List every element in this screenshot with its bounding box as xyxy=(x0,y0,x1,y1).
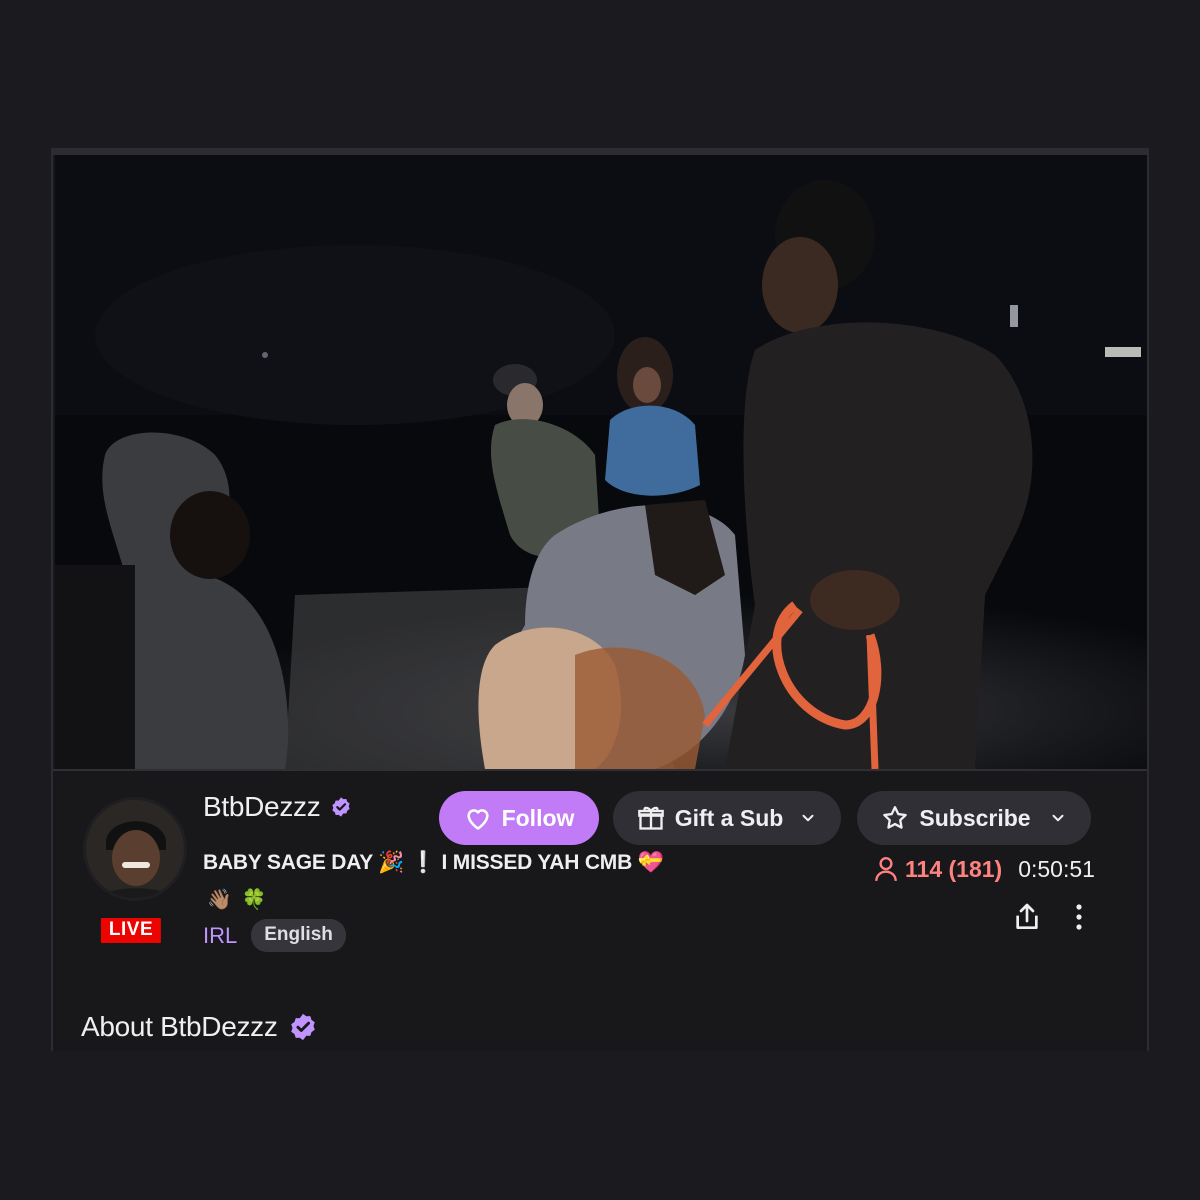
channel-name-row: BtbDezzz xyxy=(203,791,352,823)
verified-badge-icon xyxy=(290,1013,315,1041)
gift-sub-button[interactable]: Gift a Sub xyxy=(613,791,841,845)
chevron-down-icon xyxy=(802,814,814,822)
star-icon xyxy=(883,806,908,829)
video-player[interactable] xyxy=(55,155,1147,769)
category-link[interactable]: IRL xyxy=(203,923,237,949)
clover-emoji: 🍀 xyxy=(241,889,267,911)
person-icon xyxy=(875,857,897,881)
video-frame xyxy=(55,155,1147,769)
stream-page: LIVE BtbDezzz BABY SAGE DAY 🎉 ❕ I MISSED… xyxy=(51,148,1149,1051)
channel-avatar-wrapper[interactable]: LIVE xyxy=(81,797,191,946)
about-heading: About BtbDezzz xyxy=(81,1011,278,1042)
share-icon xyxy=(1016,903,1038,929)
subscribe-label: Subscribe xyxy=(919,804,1031,831)
channel-name[interactable]: BtbDezzz xyxy=(203,791,321,823)
subscribe-button[interactable]: Subscribe xyxy=(857,791,1091,845)
stream-uptime: 0:50:51 xyxy=(1018,855,1095,882)
follow-label: Follow xyxy=(501,804,575,831)
stream-info-panel: LIVE BtbDezzz BABY SAGE DAY 🎉 ❕ I MISSED… xyxy=(53,771,1147,1051)
gift-sub-label: Gift a Sub xyxy=(674,804,784,831)
viewer-count: 114 (181) xyxy=(873,855,1002,883)
gift-icon xyxy=(637,806,664,830)
stream-tags: IRL English xyxy=(203,919,346,952)
more-options-button[interactable] xyxy=(1067,901,1091,933)
avatar[interactable] xyxy=(83,797,187,901)
tag-english[interactable]: English xyxy=(251,919,346,952)
avatar-image xyxy=(86,800,184,898)
stream-title: BABY SAGE DAY 🎉 ❕ I MISSED YAH CMB 💝 xyxy=(203,851,664,874)
about-heading-row: About BtbDezzz xyxy=(81,1011,318,1043)
chevron-down-icon xyxy=(1052,814,1064,822)
share-button[interactable] xyxy=(1011,901,1043,933)
more-vertical-icon xyxy=(1076,904,1082,930)
follow-button[interactable]: Follow xyxy=(439,791,599,845)
verified-badge-icon xyxy=(332,797,351,817)
stream-stats: 114 (181) 0:50:51 xyxy=(873,855,1095,883)
live-badge: LIVE xyxy=(97,915,165,946)
viewer-count-value: 114 (181) xyxy=(905,855,1003,882)
heart-icon xyxy=(466,809,489,830)
wave-emoji: 👋🏽 xyxy=(207,889,232,911)
stream-title-emoji-row: 👋🏽 🍀 xyxy=(207,887,267,912)
